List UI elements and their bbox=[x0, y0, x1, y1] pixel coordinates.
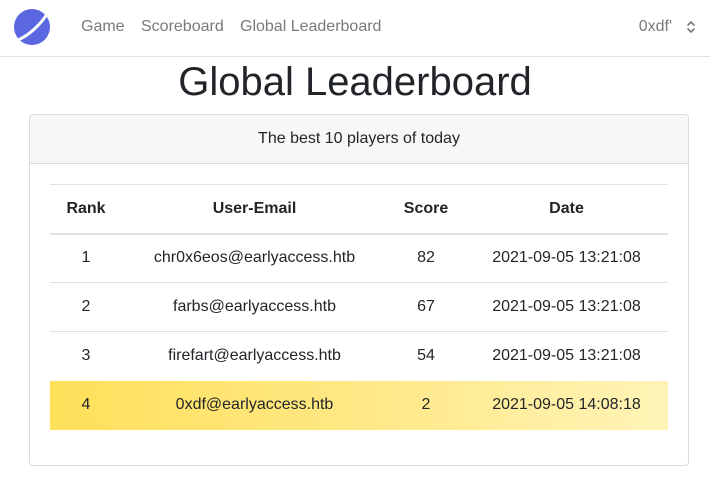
rank-cell: 4 bbox=[81, 396, 91, 413]
planet-logo-icon[interactable] bbox=[13, 8, 51, 46]
leaderboard-table: Rank User-Email Score Date 1 chr0x6eos@e… bbox=[50, 184, 668, 430]
score-cell: 67 bbox=[387, 282, 465, 332]
date-cell: 2021-09-05 14:08:18 bbox=[492, 396, 641, 413]
rank-cell: 1 bbox=[81, 249, 91, 267]
column-header-user-email: User-Email bbox=[122, 184, 387, 235]
date-cell: 2021-09-05 13:21:08 bbox=[465, 331, 668, 381]
table-row-current-user: 4 0xdf@earlyaccess.htb 2 2021-09-05 14:0… bbox=[50, 380, 668, 430]
table-row: 3 firefart@earlyaccess.htb 54 2021-09-05… bbox=[50, 331, 668, 381]
date-cell: 2021-09-05 13:21:08 bbox=[492, 249, 641, 267]
email-cell: chr0x6eos@earlyaccess.htb bbox=[153, 249, 356, 267]
table-header-row: Rank User-Email Score Date bbox=[50, 184, 668, 235]
rank-cell: 3 bbox=[50, 331, 122, 381]
card-header: The best 10 players of today bbox=[30, 115, 688, 164]
email-cell: firefart@earlyaccess.htb bbox=[122, 331, 387, 381]
column-header-date: Date bbox=[465, 184, 668, 235]
score-cell: 82 bbox=[417, 249, 435, 267]
column-header-score: Score bbox=[387, 184, 465, 235]
column-header-rank: Rank bbox=[50, 184, 122, 235]
score-cell: 2 bbox=[421, 396, 431, 413]
user-name: 0xdf' bbox=[638, 18, 672, 35]
email-cell: 0xdf@earlyaccess.htb bbox=[175, 396, 334, 413]
nav-link-scoreboard[interactable]: Scoreboard bbox=[141, 17, 224, 37]
email-cell: farbs@earlyaccess.htb bbox=[122, 282, 387, 332]
leaderboard-card: The best 10 players of today Rank User-E… bbox=[29, 114, 689, 466]
nav-link-global-leaderboard[interactable]: Global Leaderboard bbox=[240, 17, 381, 37]
nav-link-game[interactable]: Game bbox=[81, 17, 125, 37]
table-row: 2 farbs@earlyaccess.htb 67 2021-09-05 13… bbox=[50, 282, 668, 332]
top-navbar: Game Scoreboard Global Leaderboard 0xdf' bbox=[0, 0, 710, 57]
user-menu[interactable]: 0xdf' bbox=[639, 17, 696, 37]
page-title: Global Leaderboard bbox=[178, 60, 532, 104]
rank-cell: 2 bbox=[50, 282, 122, 332]
chevron-up-down-icon bbox=[687, 21, 695, 33]
score-cell: 54 bbox=[387, 331, 465, 381]
date-cell: 2021-09-05 13:21:08 bbox=[465, 282, 668, 332]
table-row: 1 chr0x6eos@earlyaccess.htb 82 2021-09-0… bbox=[50, 234, 668, 283]
